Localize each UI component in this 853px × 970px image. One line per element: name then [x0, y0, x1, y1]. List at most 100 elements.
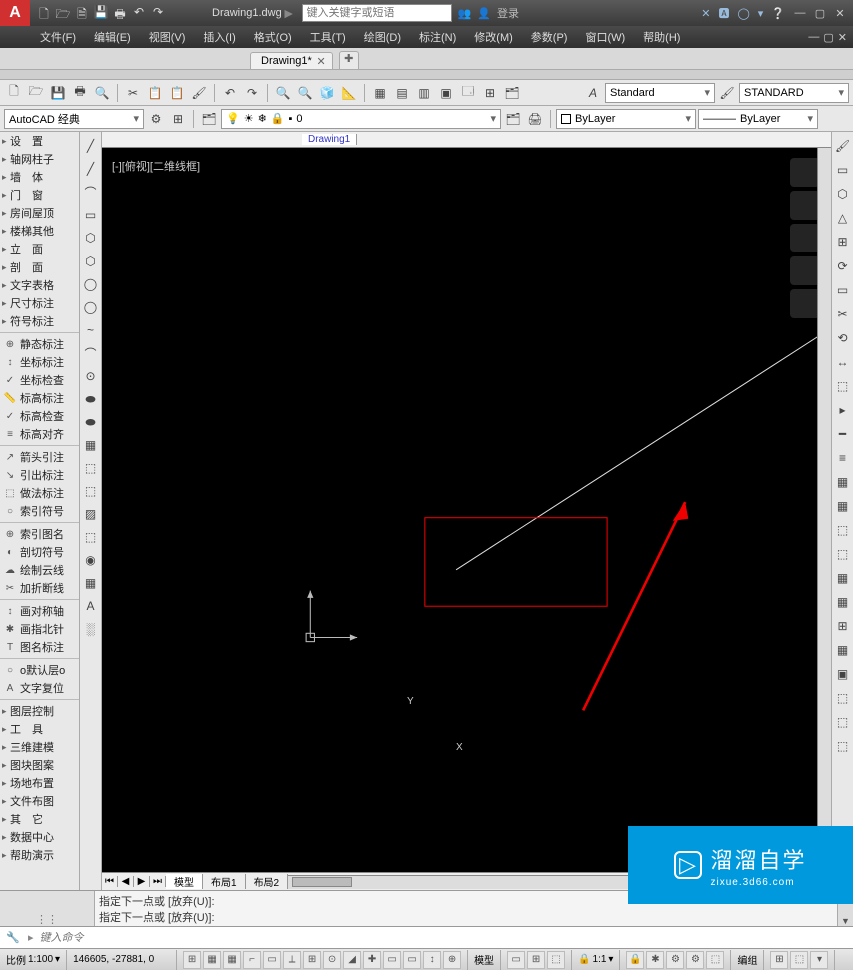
- status-misc-1[interactable]: ✱: [646, 951, 664, 969]
- draw-tool-11[interactable]: ⬬: [81, 389, 101, 409]
- draw-tool-19[interactable]: ▦: [81, 573, 101, 593]
- color-combo[interactable]: ByLayer▾: [556, 109, 696, 129]
- status-misc-2[interactable]: ⚙: [666, 951, 684, 969]
- modify-tool-5[interactable]: ⟳: [833, 256, 853, 276]
- draw-tool-2[interactable]: ⌒: [81, 182, 101, 202]
- brush-icon[interactable]: 🖌: [717, 83, 737, 103]
- cmd-handle[interactable]: ⋮⋮: [0, 891, 95, 926]
- layout-nav-first[interactable]: ⏮: [102, 876, 118, 887]
- textstyle-a-icon[interactable]: A: [583, 83, 603, 103]
- new-tab-button[interactable]: ✚: [339, 51, 359, 69]
- draw-tool-20[interactable]: A: [81, 596, 101, 616]
- close-button[interactable]: ✕: [831, 7, 849, 20]
- palette-item[interactable]: ↘引出标注: [0, 466, 79, 484]
- draw-tool-8[interactable]: ~: [81, 320, 101, 340]
- palette-item[interactable]: 📏标高标注: [0, 389, 79, 407]
- status-editgroup[interactable]: 编组: [731, 950, 764, 970]
- palette-item[interactable]: ▸文字表格: [0, 276, 79, 294]
- menu-draw[interactable]: 绘图(D): [364, 29, 401, 45]
- tb-open-icon[interactable]: 🗁: [26, 83, 46, 103]
- qat-redo-icon[interactable]: ↷: [150, 5, 166, 21]
- status-misc-3[interactable]: ⚙: [686, 951, 704, 969]
- draw-tool-18[interactable]: ◉: [81, 550, 101, 570]
- modify-tool-10[interactable]: ⬚: [833, 376, 853, 396]
- exchange-x-icon[interactable]: ✕: [701, 7, 710, 20]
- palette-item[interactable]: ▸其 它: [0, 810, 79, 828]
- palette-item[interactable]: ▸房间屋顶: [0, 204, 79, 222]
- help-icon[interactable]: ❔: [771, 7, 785, 20]
- status-toggle-6[interactable]: ⊞: [303, 951, 321, 969]
- status-model[interactable]: 模型: [468, 950, 501, 970]
- draw-tool-10[interactable]: ⊙: [81, 366, 101, 386]
- palette-item[interactable]: ○o默认层o: [0, 661, 79, 679]
- palette-item[interactable]: ▸尺寸标注: [0, 294, 79, 312]
- menu-tools[interactable]: 工具(T): [310, 29, 346, 45]
- palette-item[interactable]: T图名标注: [0, 638, 79, 656]
- status-view-1[interactable]: ⊞: [527, 951, 545, 969]
- palette-item[interactable]: ↗箭头引注: [0, 448, 79, 466]
- palette-item[interactable]: ▸三维建模: [0, 738, 79, 756]
- modify-tool-8[interactable]: ⟲: [833, 328, 853, 348]
- modify-tool-19[interactable]: ▦: [833, 592, 853, 612]
- workspace-combo[interactable]: AutoCAD 经典▾: [4, 109, 144, 129]
- modify-tool-16[interactable]: ⬚: [833, 520, 853, 540]
- modify-tool-15[interactable]: ▦: [833, 496, 853, 516]
- dropdown-icon[interactable]: ▾: [758, 7, 764, 20]
- maximize-button[interactable]: ▢: [811, 7, 829, 20]
- draw-tool-6[interactable]: ◯: [81, 274, 101, 294]
- modify-tool-14[interactable]: ▦: [833, 472, 853, 492]
- palette-item[interactable]: ⬚做法标注: [0, 484, 79, 502]
- workspace-opt-icon[interactable]: ⊞: [168, 109, 188, 129]
- textstyle-combo[interactable]: Standard▾: [605, 83, 715, 103]
- exchange-a-icon[interactable]: 🅰: [718, 5, 729, 21]
- dimstyle-combo[interactable]: STANDARD▾: [739, 83, 849, 103]
- modify-tool-12[interactable]: ━: [833, 424, 853, 444]
- tb-ss-icon[interactable]: ▣: [436, 83, 456, 103]
- draw-tool-13[interactable]: ▦: [81, 435, 101, 455]
- status-tray-2[interactable]: ▾: [810, 951, 828, 969]
- modify-tool-13[interactable]: ≡: [833, 448, 853, 468]
- tb-print-icon[interactable]: 🖶: [70, 83, 90, 103]
- status-toggle-1[interactable]: ▦: [203, 951, 221, 969]
- modify-tool-20[interactable]: ⊞: [833, 616, 853, 636]
- qat-save-icon[interactable]: 💾: [93, 5, 109, 21]
- modify-tool-23[interactable]: ⬚: [833, 688, 853, 708]
- qat-undo-icon[interactable]: ↶: [131, 5, 147, 21]
- modify-tool-24[interactable]: ⬚: [833, 712, 853, 732]
- modify-tool-4[interactable]: ⊞: [833, 232, 853, 252]
- command-input[interactable]: [40, 932, 849, 944]
- modify-tool-25[interactable]: ⬚: [833, 736, 853, 756]
- layer-combo[interactable]: 💡 ☀ ❄ 🔒 ▪ 0 ▾: [221, 109, 501, 129]
- palette-item[interactable]: ▸轴网柱子: [0, 150, 79, 168]
- layout-nav-last[interactable]: ⏭: [150, 876, 166, 887]
- status-toggle-10[interactable]: ▭: [383, 951, 401, 969]
- status-tray-1[interactable]: ⬚: [790, 951, 808, 969]
- modify-tool-21[interactable]: ▦: [833, 640, 853, 660]
- status-toggle-5[interactable]: ⟂: [283, 951, 301, 969]
- layerprev-icon[interactable]: 🗂: [503, 109, 523, 129]
- cmd-wrench-icon[interactable]: 🔧: [4, 929, 22, 947]
- status-toggle-13[interactable]: ⊕: [443, 951, 461, 969]
- menu-edit[interactable]: 编辑(E): [94, 29, 131, 45]
- modify-tool-7[interactable]: ✂: [833, 304, 853, 324]
- tb-pan-icon[interactable]: 🔍: [273, 83, 293, 103]
- palette-item[interactable]: ✓标高检查: [0, 407, 79, 425]
- draw-tool-1[interactable]: ╱: [81, 159, 101, 179]
- status-scale[interactable]: 比例 1:100 ▾: [0, 950, 67, 970]
- layermgr-icon[interactable]: 🗂: [199, 109, 219, 129]
- menu-dim[interactable]: 标注(N): [419, 29, 456, 45]
- layerplot-icon[interactable]: 🖨: [525, 109, 545, 129]
- status-anno-scale[interactable]: 🔒 1:1 ▾: [572, 950, 620, 970]
- doc-restore-button[interactable]: ▢: [823, 31, 833, 44]
- menu-insert[interactable]: 插入(I): [203, 29, 235, 45]
- palette-item[interactable]: ≡标高对齐: [0, 425, 79, 443]
- palette-item[interactable]: ▸墙 体: [0, 168, 79, 186]
- palette-item[interactable]: ▸图层控制: [0, 702, 79, 720]
- status-toggle-3[interactable]: ⌐: [243, 951, 261, 969]
- modify-tool-17[interactable]: ⬚: [833, 544, 853, 564]
- menu-param[interactable]: 参数(P): [531, 29, 568, 45]
- draw-tool-21[interactable]: ░: [81, 619, 101, 639]
- tb-redo-icon[interactable]: ↷: [242, 83, 262, 103]
- help-search-input[interactable]: [302, 4, 452, 22]
- layout-nav-prev[interactable]: ◀: [118, 876, 134, 887]
